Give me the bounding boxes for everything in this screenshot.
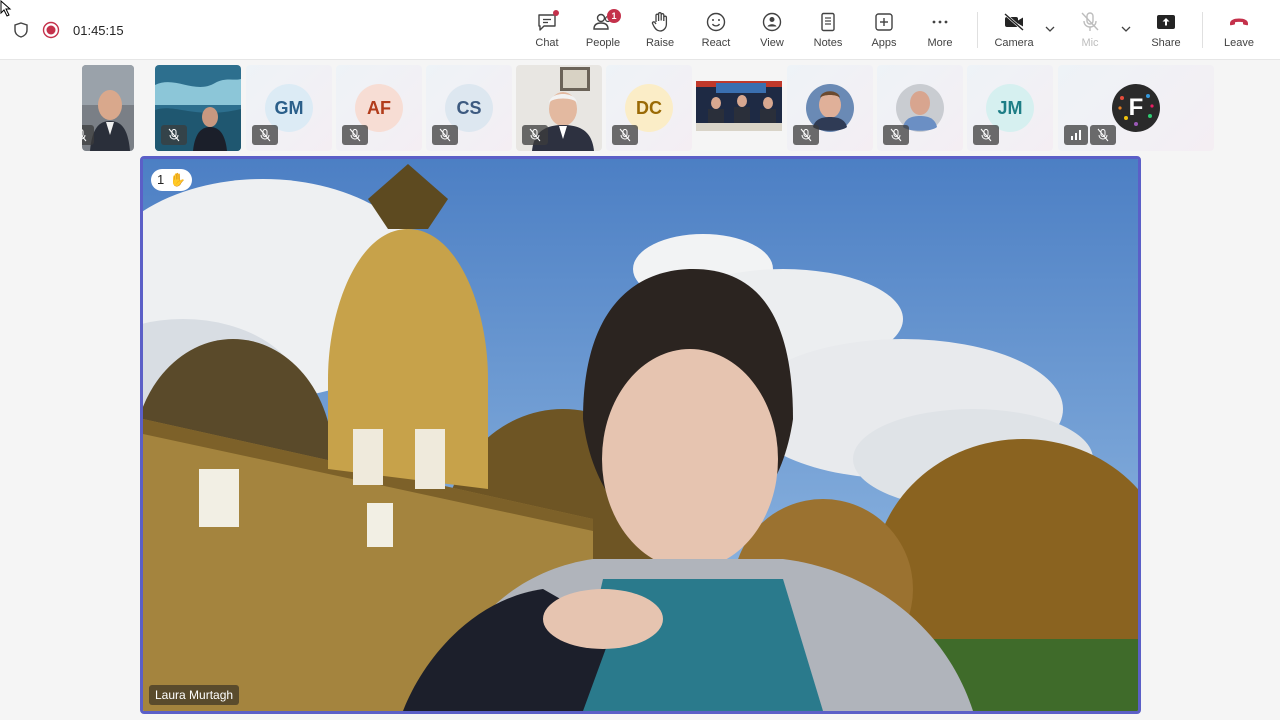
apps-button[interactable]: Apps (856, 6, 912, 54)
meeting-timer: 01:45:15 (73, 23, 124, 38)
chat-label: Chat (535, 37, 559, 49)
view-icon (762, 12, 782, 32)
hang-up-icon (1230, 18, 1248, 26)
participant-video-tile[interactable] (877, 65, 963, 151)
muted-indicator (342, 125, 368, 145)
camera-label: Camera (994, 37, 1034, 49)
participant-avatar-tile[interactable]: JM (967, 65, 1053, 151)
participant-video-tile[interactable] (787, 65, 873, 151)
muted-indicator (161, 125, 187, 145)
raise-hand-icon (651, 12, 668, 32)
muted-indicator (973, 125, 999, 145)
participant-avatar-tile[interactable]: CS (426, 65, 512, 151)
participant-avatar-tile[interactable]: GM (246, 65, 332, 151)
camera-options-chevron-icon[interactable] (1043, 22, 1057, 36)
muted-indicator (432, 125, 458, 145)
chat-unread-dot (553, 10, 559, 16)
mic-muted-icon (890, 128, 902, 142)
recording-icon (42, 21, 60, 39)
participant-logo-tile[interactable]: F (1058, 65, 1214, 151)
toolbar-divider (977, 12, 978, 48)
notes-button[interactable]: Notes (800, 6, 856, 54)
participant-video-tile[interactable] (155, 65, 241, 151)
mic-muted-icon (1097, 128, 1109, 142)
mic-muted-icon (349, 128, 361, 142)
more-options-icon (932, 20, 948, 24)
mic-muted-icon (82, 129, 87, 142)
mouse-pointer-icon (0, 0, 12, 17)
mic-muted-icon (980, 128, 992, 142)
active-speaker-video[interactable]: 1 ✋ Laura Murtagh (140, 156, 1141, 714)
chat-button[interactable]: Chat (519, 6, 575, 54)
raise-hand-button[interactable]: Raise (632, 6, 688, 54)
mic-muted-icon (619, 128, 631, 142)
participant-video-tile[interactable] (696, 65, 782, 151)
raised-hand-count: 1 (157, 172, 165, 187)
notes-label: Notes (813, 37, 843, 49)
mic-label: Mic (1081, 37, 1099, 49)
mic-muted-icon (800, 128, 812, 142)
muted-indicator (82, 125, 94, 145)
share-screen-icon (1157, 15, 1175, 29)
muted-indicator (1090, 125, 1116, 145)
leave-button[interactable]: Leave (1211, 6, 1267, 54)
participant-video (696, 65, 782, 151)
camera-button[interactable]: Camera (986, 6, 1042, 54)
share-label: Share (1151, 37, 1181, 49)
people-button[interactable]: 1 People (575, 6, 631, 54)
muted-indicator (883, 125, 909, 145)
participant-video-tile[interactable] (516, 65, 602, 151)
mic-muted-icon (439, 128, 451, 142)
more-label: More (927, 37, 953, 49)
people-count-badge: 1 (607, 9, 621, 23)
view-button[interactable]: View (744, 6, 800, 54)
meeting-toolbar: 01:45:15 Chat 1 People Raise React View … (0, 0, 1280, 60)
signal-bars-icon (1071, 130, 1081, 140)
raised-hand-icon: ✋ (169, 172, 187, 187)
participant-avatar-tile[interactable]: DC (606, 65, 692, 151)
add-apps-icon (875, 13, 893, 31)
mic-off-icon (1081, 12, 1099, 31)
view-label: View (760, 37, 784, 49)
react-button[interactable]: React (688, 6, 744, 54)
mic-muted-icon (168, 128, 180, 142)
participant-video-tile[interactable] (82, 65, 134, 151)
raised-hand-badge: 1 ✋ (151, 169, 193, 191)
mic-button[interactable]: Mic (1062, 6, 1118, 54)
more-button[interactable]: More (912, 6, 968, 54)
speaker-name-tag: Laura Murtagh (149, 685, 240, 705)
participant-avatar-tile[interactable]: AF (336, 65, 422, 151)
signal-strength-indicator (1064, 125, 1088, 145)
muted-indicator (522, 125, 548, 145)
speaker-video-feed (143, 159, 1138, 711)
react-label: React (701, 37, 731, 49)
shield-icon (14, 22, 28, 38)
people-label: People (585, 37, 621, 49)
mic-muted-icon (259, 128, 271, 142)
share-button[interactable]: Share (1138, 6, 1194, 54)
raise-label: Raise (645, 37, 675, 49)
muted-indicator (612, 125, 638, 145)
leave-label: Leave (1224, 37, 1254, 49)
mic-options-chevron-icon[interactable] (1119, 22, 1133, 36)
apps-label: Apps (871, 37, 897, 49)
smiley-icon (706, 12, 726, 32)
notes-icon (821, 12, 835, 32)
toolbar-divider (1202, 12, 1203, 48)
muted-indicator (793, 125, 819, 145)
avatar: F (1128, 94, 1144, 121)
mic-muted-icon (529, 128, 541, 142)
camera-off-icon (1004, 13, 1024, 31)
muted-indicator (252, 125, 278, 145)
